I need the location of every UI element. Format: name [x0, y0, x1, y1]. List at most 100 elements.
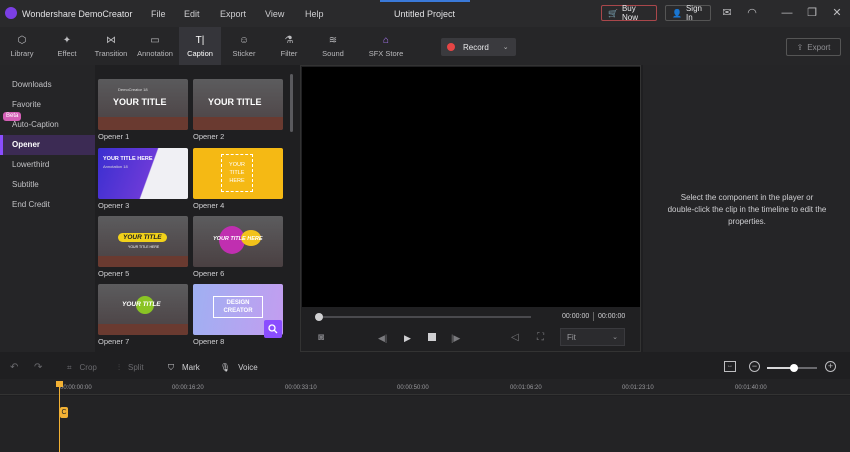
- template-label: Opener 4: [193, 201, 225, 210]
- template-title: YOUR TITLE: [113, 97, 167, 107]
- category-end-credit[interactable]: End Credit: [0, 195, 95, 215]
- progress-handle[interactable]: [315, 313, 323, 321]
- sign-in-button[interactable]: 👤 Sign In: [665, 4, 711, 22]
- tab-filter[interactable]: ⚗ Filter: [268, 27, 310, 65]
- zoom-out-icon[interactable]: −: [749, 361, 760, 372]
- headset-icon[interactable]: ◠: [745, 6, 759, 20]
- category-opener[interactable]: Opener: [0, 135, 95, 155]
- template-grid: DemoCreator 18 YOUR TITLE Opener 1 YOUR …: [95, 65, 295, 352]
- tab-sound[interactable]: ≋ Sound: [312, 27, 354, 65]
- minimize-icon[interactable]: —: [780, 6, 794, 20]
- menu-help[interactable]: Help: [305, 9, 324, 19]
- template-opener-7[interactable]: YOUR TITLE: [98, 284, 188, 335]
- timeline-toolbar: ↶ ↷ ⌗ Crop ⫶ Split ⛉ Mark 🎙 Voice ↔ − +: [0, 357, 850, 379]
- export-label: Export: [807, 42, 831, 52]
- template-title: YOUR TITLE: [122, 301, 161, 308]
- template-opener-6[interactable]: YOUR TITLE HERE: [193, 216, 283, 267]
- zoom-in-icon[interactable]: +: [825, 361, 836, 372]
- template-opener-4[interactable]: YOUR TITLE HERE: [193, 148, 283, 199]
- template-desk-shape: [98, 324, 188, 335]
- ruler-tick-label: 00:01:40:00: [735, 385, 767, 391]
- clip-marker[interactable]: C: [60, 407, 68, 418]
- undo-icon[interactable]: ↶: [10, 362, 18, 373]
- shield-icon: ⛉: [168, 363, 174, 372]
- crop-label: Crop: [79, 363, 97, 372]
- crop-button[interactable]: ⌗ Crop: [67, 363, 97, 373]
- prev-frame-icon[interactable]: ◀|: [378, 333, 387, 344]
- template-title: YOUR TITLE HERE: [229, 162, 245, 184]
- menu-view[interactable]: View: [265, 9, 284, 19]
- playhead-top[interactable]: [56, 381, 63, 387]
- mark-button[interactable]: ⛉ Mark: [168, 363, 200, 373]
- menu-edit[interactable]: Edit: [184, 9, 200, 19]
- progress-track[interactable]: [318, 316, 531, 318]
- category-auto-caption[interactable]: Auto-Caption: [0, 115, 95, 135]
- ruler-tick-label: 00:01:06:20: [510, 385, 542, 391]
- record-dot-icon: [447, 43, 455, 51]
- template-label: Opener 1: [98, 132, 130, 141]
- play-icon[interactable]: ▶: [404, 333, 411, 344]
- crop-icon: ⌗: [67, 363, 72, 372]
- restore-icon[interactable]: ❐: [805, 6, 819, 20]
- template-opener-2[interactable]: YOUR TITLE: [193, 79, 283, 130]
- ruler-tick-label: 00:00:50:00: [397, 385, 429, 391]
- template-opener-5[interactable]: YOUR TITLE YOUR TITLE HERE: [98, 216, 188, 267]
- camera-icon[interactable]: ◙: [318, 332, 324, 343]
- voice-button[interactable]: 🎙 Voice: [220, 363, 258, 372]
- category-lowerthird[interactable]: Lowerthird: [0, 155, 95, 175]
- export-button[interactable]: ⇪ Export: [786, 38, 841, 56]
- next-frame-icon[interactable]: |▶: [451, 333, 460, 344]
- fit-timeline-icon[interactable]: ↔: [724, 361, 736, 372]
- timeline-ruler[interactable]: 00:00:00:00 00:00:16:20 00:00:33:10 00:0…: [0, 379, 850, 395]
- tab-transition[interactable]: ⋈ Transition: [90, 27, 132, 65]
- magic-wand-icon: ✦: [62, 34, 72, 46]
- template-subtitle: YOUR TITLE HERE: [128, 245, 160, 249]
- preview-screen[interactable]: [302, 67, 640, 307]
- zoom-select[interactable]: Fit ⌄: [560, 328, 625, 346]
- mail-icon[interactable]: ✉: [720, 6, 734, 20]
- search-button[interactable]: [264, 320, 282, 338]
- category-downloads[interactable]: Downloads: [0, 75, 95, 95]
- template-title: YOUR TITLE: [118, 233, 167, 242]
- stop-icon[interactable]: [428, 333, 436, 341]
- redo-icon[interactable]: ↷: [34, 362, 42, 373]
- tab-annotation-label: Annotation: [137, 49, 173, 58]
- tab-sfx-store[interactable]: ⌂ SFX Store: [362, 27, 410, 65]
- export-icon: ⇪: [796, 42, 804, 52]
- tab-annotation[interactable]: ▭ Annotation: [134, 27, 176, 65]
- bowtie-icon: ⋈: [106, 34, 116, 46]
- tab-sticker[interactable]: ☺ Sticker: [223, 27, 265, 65]
- timeline-track-area[interactable]: [0, 396, 850, 452]
- ruler-tick-label: 00:00:16:20: [172, 385, 204, 391]
- volume-icon[interactable]: ◁: [511, 332, 519, 343]
- template-title: YOUR TITLE HERE: [103, 156, 153, 162]
- template-title: YOUR TITLE HERE: [213, 236, 263, 242]
- category-subtitle[interactable]: Subtitle: [0, 175, 95, 195]
- template-opener-1[interactable]: DemoCreator 18 YOUR TITLE: [98, 79, 188, 130]
- split-button[interactable]: ⫶ Split: [118, 363, 144, 373]
- template-label: Opener 7: [98, 337, 130, 346]
- menu-file[interactable]: File: [151, 9, 166, 19]
- record-button[interactable]: Record ⌄: [441, 38, 516, 56]
- properties-panel: Select the component in the player or do…: [643, 65, 850, 352]
- template-desk-shape: [98, 256, 188, 267]
- tab-caption[interactable]: T| Caption: [179, 27, 221, 65]
- ruler-tick-label: 00:01:23:10: [622, 385, 654, 391]
- fullscreen-icon[interactable]: ⛶: [537, 332, 544, 343]
- buy-now-button[interactable]: 🛒 Buy Now: [601, 4, 657, 22]
- filter-icon: ⚗: [284, 34, 294, 46]
- close-icon[interactable]: ✕: [830, 6, 844, 20]
- tab-library[interactable]: ⬡ Library: [1, 27, 43, 65]
- template-opener-3[interactable]: YOUR TITLE HERE Annotation 18: [98, 148, 188, 199]
- app-logo-icon: [5, 7, 17, 19]
- tab-effect[interactable]: ✦ Effect: [46, 27, 88, 65]
- template-scrollbar[interactable]: [290, 74, 293, 132]
- text-cursor-icon: T|: [195, 34, 205, 46]
- chevron-down-icon: ⌄: [502, 44, 509, 51]
- ruler-tick-label: 00:00:00:00: [60, 385, 92, 391]
- template-title: YOUR TITLE: [208, 97, 262, 107]
- zoom-slider-handle[interactable]: [790, 364, 798, 372]
- current-time: 00:00:00: [562, 313, 590, 320]
- sign-in-label: Sign In: [685, 4, 702, 22]
- menu-export[interactable]: Export: [220, 9, 246, 19]
